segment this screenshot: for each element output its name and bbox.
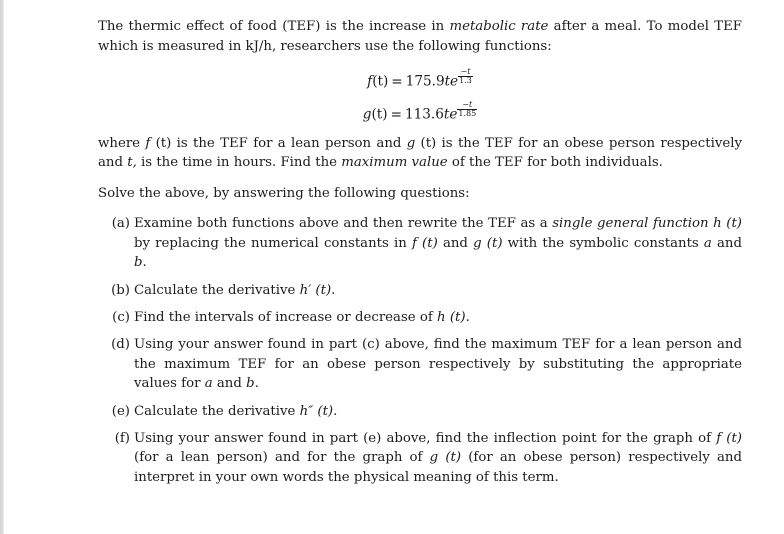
- question-e-item: (e) Calculate the derivative h″ (t).: [98, 402, 742, 421]
- f-equation: f(t) = 175.9te −t 1.3: [367, 68, 473, 90]
- question-c-math: h (t): [437, 310, 466, 325]
- question-d-const-b: b: [246, 376, 255, 392]
- where-var-t: t,: [127, 155, 137, 171]
- viewer-left-edge-strip: [0, 0, 4, 534]
- question-d-label: (d): [111, 337, 130, 353]
- where-clause-paragraph: where f (t) is the TEF for a lean person…: [98, 134, 742, 173]
- f-equation-equals: =: [391, 73, 403, 90]
- question-b-text-2: .: [331, 282, 336, 298]
- question-a-const-a: a: [703, 235, 712, 251]
- document-page: The thermic effect of food (TEF) is the …: [98, 17, 742, 487]
- question-d-const-a: a: [204, 376, 213, 392]
- where-text-2: is the TEF for a lean person and: [171, 135, 407, 151]
- question-e-text-1: Calculate the derivative: [134, 403, 300, 419]
- question-c-item: (c) Find the intervals of increase or dec…: [98, 308, 742, 327]
- question-d-text-2: and: [212, 376, 247, 392]
- question-d-text-3: .: [254, 376, 259, 392]
- g-equation-coefficient: 113.6: [404, 106, 444, 123]
- question-a-label: (a): [111, 216, 130, 232]
- question-a-item: (a) Examine both functions above and then…: [98, 214, 742, 272]
- where-arg-2: (t): [415, 135, 437, 151]
- g-equation-block: g(t) = 113.6te −t 1.85: [98, 100, 742, 123]
- f-equation-coefficient: 175.9: [405, 73, 445, 90]
- g-equation-equals: =: [390, 106, 402, 123]
- question-f-fn-g: g (t): [429, 450, 462, 466]
- question-a-emphasis: single general function: [552, 216, 709, 232]
- question-a-text-7: .: [142, 255, 147, 271]
- question-a-text-3: by replacing the numerical constants in: [134, 235, 412, 251]
- f-equation-exponent: −t 1.3: [458, 68, 473, 85]
- g-equation-exponent: −t 1.85: [457, 100, 478, 119]
- question-c-text-2: .: [465, 310, 470, 325]
- where-text-4: is the time in hours. Find the: [136, 155, 342, 171]
- question-f-item: (f) Using your answer found in part (e) a…: [98, 429, 742, 487]
- intro-emphasis-metabolic-rate: metabolic rate: [449, 19, 549, 34]
- question-b-item: (b) Calculate the derivative h′ (t).: [98, 281, 742, 300]
- question-c-text-1: Find the intervals of increase or decrea…: [134, 310, 438, 325]
- question-a-fn-f: f (t): [411, 235, 438, 251]
- questions-list: (a) Examine both functions above and then…: [98, 214, 742, 487]
- where-fn-g: g: [406, 135, 416, 151]
- question-e-text-2: .: [333, 403, 338, 419]
- g-exponent-denominator: 1.85: [458, 109, 477, 119]
- question-f-text-2: (for a lean person) and for the graph of: [134, 450, 430, 466]
- question-b-label: (b): [111, 282, 130, 298]
- question-f-fn-f: f (t): [716, 431, 742, 447]
- question-a-text-1: Examine both functions above and then re…: [134, 216, 553, 232]
- where-text-5: of the TEF for both individuals.: [447, 155, 663, 171]
- question-a-math-h: h (t): [708, 216, 742, 232]
- intro-paragraph: The thermic effect of food (TEF) is the …: [98, 17, 742, 56]
- g-equation-lhs-arg: (t): [371, 106, 388, 123]
- intro-text-1: The thermic effect of food (TEF) is the …: [98, 19, 450, 34]
- instruction-line: Solve the above, by answering the follow…: [98, 185, 470, 201]
- question-a-fn-g: g (t): [473, 235, 503, 251]
- question-c-label: (c): [112, 310, 130, 325]
- question-d-item: (d) Using your answer found in part (c) a…: [98, 335, 742, 393]
- question-a-text-4: and: [437, 235, 474, 251]
- question-a-const-b: b: [134, 255, 143, 271]
- f-equation-variable: te: [444, 73, 459, 90]
- question-b-text-1: Calculate the derivative: [134, 282, 300, 298]
- f-exponent-denominator: 1.3: [459, 76, 472, 86]
- f-equation-block: f(t) = 175.9te −t 1.3: [98, 68, 742, 90]
- question-a-text-5: with the symbolic constants: [502, 235, 704, 251]
- where-text-1: where: [98, 135, 146, 151]
- question-f-text-1: Using your answer found in part (e) abov…: [134, 431, 717, 447]
- question-e-math: h″ (t): [299, 403, 334, 419]
- where-emphasis-maximum-value: maximum value: [341, 155, 448, 171]
- where-arg-1: (t): [150, 135, 172, 151]
- question-f-label: (f): [114, 431, 130, 447]
- question-e-label: (e): [111, 403, 130, 419]
- g-equation-variable: te: [443, 106, 458, 123]
- f-equation-lhs-arg: (t): [372, 73, 389, 90]
- question-a-text-6: and: [711, 235, 742, 251]
- question-b-math: h′ (t): [299, 282, 332, 298]
- g-equation: g(t) = 113.6te −t 1.85: [363, 100, 478, 123]
